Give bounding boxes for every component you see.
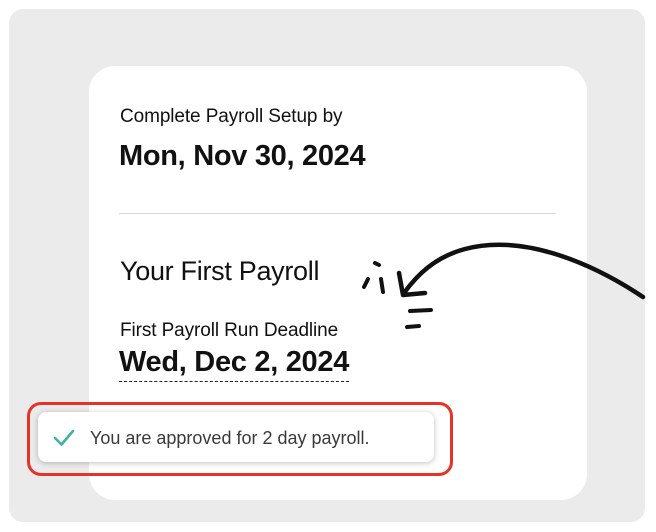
checkmark-icon bbox=[52, 428, 76, 453]
section-divider bbox=[119, 213, 556, 214]
setup-deadline-date: Mon, Nov 30, 2024 bbox=[119, 140, 366, 172]
first-payroll-heading: Your First Payroll bbox=[120, 256, 320, 286]
setup-deadline-label: Complete Payroll Setup by bbox=[120, 106, 343, 127]
toast-message: You are approved for 2 day payroll. bbox=[90, 428, 370, 448]
first-payroll-deadline-date[interactable]: Wed, Dec 2, 2024 bbox=[119, 346, 349, 382]
hand-drawn-arrow-icon bbox=[355, 235, 655, 340]
first-payroll-deadline-label: First Payroll Run Deadline bbox=[120, 320, 339, 341]
approval-toast: You are approved for 2 day payroll. bbox=[38, 412, 434, 462]
